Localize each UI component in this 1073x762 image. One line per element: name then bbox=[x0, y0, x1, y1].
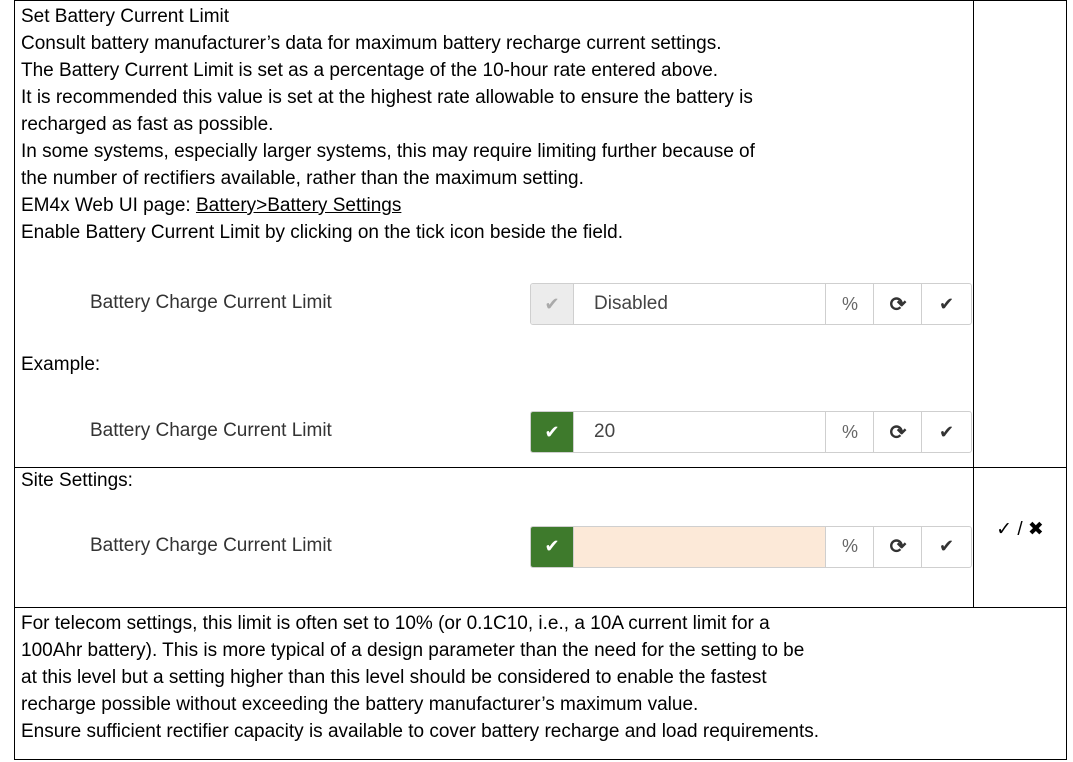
text-line: In some systems, especially larger syste… bbox=[21, 141, 755, 162]
enable-toggle-button[interactable]: ✔ bbox=[531, 412, 574, 452]
section-heading: Set Battery Current Limit bbox=[21, 6, 230, 27]
check-icon: ✔ bbox=[938, 536, 955, 557]
check-icon: ✔ bbox=[544, 536, 560, 557]
instructions-cell: Set Battery Current Limit Consult batter… bbox=[14, 0, 974, 468]
text-line: It is recommended this value is set at t… bbox=[21, 87, 753, 108]
notes-text: For telecom settings, this limit is ofte… bbox=[15, 608, 1066, 745]
field-label: Battery Charge Current Limit bbox=[90, 534, 332, 556]
field-row-disabled: Battery Charge Current Limit ✔ Disabled … bbox=[15, 281, 973, 325]
site-settings-title: Site Settings: bbox=[21, 469, 133, 491]
check-icon: ✔ bbox=[544, 421, 560, 442]
current-limit-field: ✔ Disabled % ⟳ ✔ bbox=[530, 283, 972, 325]
check-cross-mark: ✓ / ✖ bbox=[996, 518, 1044, 540]
field-row-example: Battery Charge Current Limit ✔ 20 % ⟳ ✔ bbox=[15, 409, 973, 453]
field-label: Battery Charge Current Limit bbox=[90, 292, 332, 313]
refresh-button[interactable]: ⟳ bbox=[873, 412, 922, 452]
save-button[interactable]: ✔ bbox=[921, 526, 971, 567]
save-button[interactable]: ✔ bbox=[921, 412, 971, 452]
current-limit-input[interactable]: 20 bbox=[574, 412, 826, 452]
save-button[interactable]: ✔ bbox=[921, 284, 971, 324]
check-icon: ✔ bbox=[938, 421, 955, 442]
current-limit-input[interactable]: Disabled bbox=[574, 284, 826, 324]
current-limit-field: ✔ 20 % ⟳ ✔ bbox=[530, 411, 972, 453]
field-label: Battery Charge Current Limit bbox=[90, 420, 332, 441]
notes-cell: For telecom settings, this limit is ofte… bbox=[14, 606, 1067, 761]
refresh-icon: ⟳ bbox=[889, 293, 907, 316]
text-line: Ensure sufficient rectifier capacity is … bbox=[21, 720, 820, 742]
enable-instruction: Enable Battery Current Limit by clicking… bbox=[21, 222, 623, 243]
text-line: The Battery Current Limit is set as a pe… bbox=[21, 60, 719, 81]
text-line: Consult battery manufacturer’s data for … bbox=[21, 33, 722, 54]
example-label: Example: bbox=[21, 354, 101, 375]
text-line: recharged as fast as possible. bbox=[21, 114, 274, 135]
check-icon: ✔ bbox=[938, 293, 955, 314]
instructions-text: Set Battery Current Limit Consult batter… bbox=[15, 1, 973, 246]
enable-toggle-button[interactable]: ✔ bbox=[531, 526, 574, 567]
unit-label: % bbox=[825, 284, 874, 324]
settings-table: Set Battery Current Limit Consult batter… bbox=[14, 0, 1067, 761]
battery-settings-link[interactable]: Battery>Battery Settings bbox=[196, 195, 401, 216]
current-limit-field: ✔ % ⟳ ✔ bbox=[530, 525, 972, 568]
site-settings-cell: Site Settings: Battery Charge Current Li… bbox=[14, 466, 974, 608]
check-icon: ✔ bbox=[544, 293, 560, 314]
text-line: at this level but a setting higher than … bbox=[21, 666, 767, 688]
unit-label: % bbox=[825, 412, 874, 452]
side-cell-empty bbox=[973, 0, 1067, 468]
refresh-icon: ⟳ bbox=[889, 421, 907, 444]
web-ui-page-prefix: EM4x Web UI page: bbox=[21, 195, 196, 216]
current-limit-input[interactable] bbox=[574, 526, 826, 567]
text-line: 100Ahr battery). This is more typical of… bbox=[21, 639, 805, 661]
text-line: recharge possible without exceeding the … bbox=[21, 693, 699, 715]
field-row-site: Battery Charge Current Limit ✔ % ⟳ ✔ bbox=[15, 524, 973, 568]
refresh-icon: ⟳ bbox=[889, 536, 907, 559]
enable-toggle-button[interactable]: ✔ bbox=[531, 284, 574, 324]
side-check-cell: ✓ / ✖ bbox=[973, 466, 1067, 608]
web-ui-page-line: EM4x Web UI page: Battery>Battery Settin… bbox=[21, 192, 973, 219]
text-line: For telecom settings, this limit is ofte… bbox=[21, 612, 770, 634]
refresh-button[interactable]: ⟳ bbox=[873, 284, 922, 324]
unit-label: % bbox=[825, 526, 874, 567]
text-line: the number of rectifiers available, rath… bbox=[21, 168, 584, 189]
refresh-button[interactable]: ⟳ bbox=[873, 526, 922, 567]
